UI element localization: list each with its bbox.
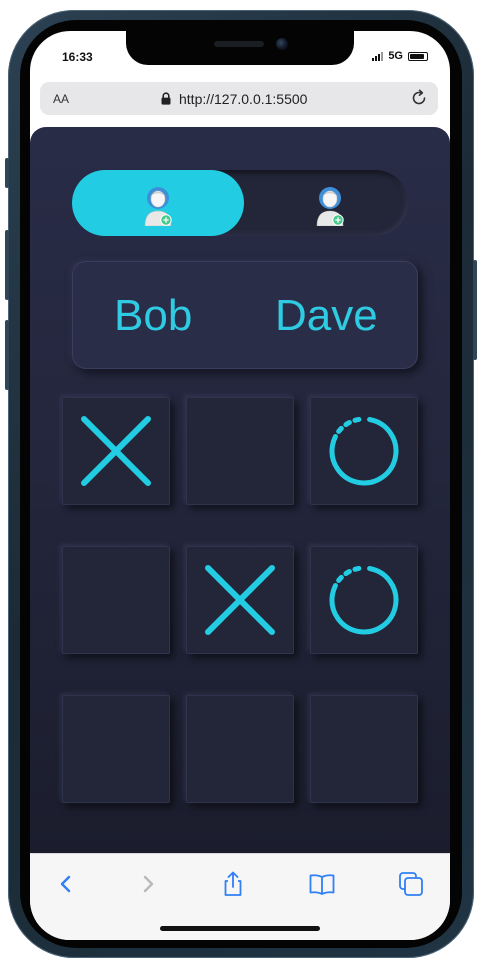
player-names-panel: Bob Dave: [72, 261, 418, 369]
board-cell-0-1[interactable]: [186, 397, 294, 505]
volume-down-button: [5, 320, 9, 390]
player-1-avatar-icon[interactable]: [142, 186, 174, 226]
home-indicator: [160, 926, 320, 931]
o-mark: [329, 416, 399, 486]
player-2-avatar-icon[interactable]: [314, 186, 346, 226]
mute-switch: [5, 158, 9, 188]
battery-icon: [408, 51, 428, 61]
o-mark: [329, 565, 399, 635]
board-cell-1-2[interactable]: [310, 546, 418, 654]
board-cell-0-0[interactable]: [62, 397, 170, 505]
volume-up-button: [5, 230, 9, 300]
forward-icon[interactable]: [134, 870, 162, 898]
speaker: [214, 41, 264, 47]
screen: 16:33 5G AA http://127.0.0.1:5500 Bob Da…: [30, 31, 450, 940]
board-cell-0-2[interactable]: [310, 397, 418, 505]
address-bar[interactable]: AA http://127.0.0.1:5500: [40, 82, 438, 115]
x-mark: [205, 565, 275, 635]
lock-icon: [161, 92, 171, 105]
signal-icon: [372, 51, 384, 61]
game-container: Bob Dave: [30, 127, 450, 853]
back-icon[interactable]: [52, 870, 80, 898]
board-cell-2-0[interactable]: [62, 695, 170, 803]
board-cell-1-1[interactable]: [186, 546, 294, 654]
status-indicators: 5G: [372, 50, 428, 62]
tabs-icon[interactable]: [397, 870, 425, 898]
reload-icon[interactable]: [409, 88, 429, 108]
notch: [126, 31, 354, 65]
player-toggle[interactable]: [72, 170, 408, 236]
x-mark: [81, 416, 151, 486]
player-2-name: Dave: [275, 291, 378, 340]
share-icon[interactable]: [219, 870, 247, 898]
power-button: [473, 260, 477, 360]
board-cell-2-1[interactable]: [186, 695, 294, 803]
text-size-button[interactable]: AA: [53, 92, 69, 106]
url-text[interactable]: http://127.0.0.1:5500: [179, 91, 307, 107]
bookmarks-icon[interactable]: [308, 870, 336, 898]
player-1-name: Bob: [114, 291, 193, 340]
battery-level: [410, 53, 424, 59]
network-label: 5G: [388, 50, 403, 62]
board-cell-2-2[interactable]: [310, 695, 418, 803]
status-time: 16:33: [62, 50, 93, 64]
camera: [276, 38, 288, 50]
board-cell-1-0[interactable]: [62, 546, 170, 654]
